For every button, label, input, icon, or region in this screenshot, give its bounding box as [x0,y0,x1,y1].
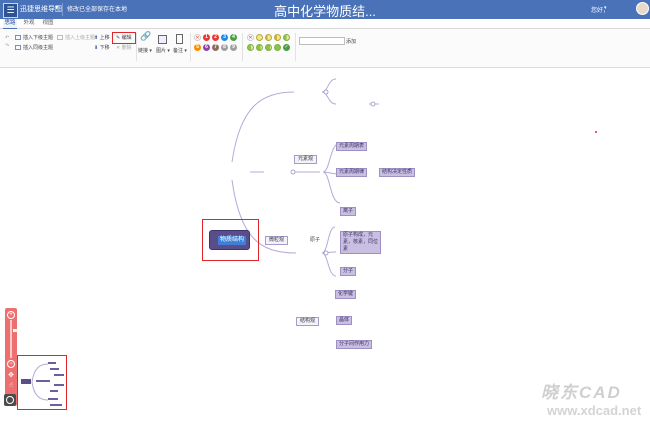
priority-3-icon[interactable]: 3 [221,34,228,41]
delete-button[interactable]: ✕ 删除 [116,45,132,52]
tag-input[interactable] [299,37,345,45]
tab-view[interactable]: 视图 [41,19,55,28]
minimap-preview [21,362,64,406]
branch-structure-view[interactable]: 结构观 [296,317,320,326]
progress-5-icon[interactable] [256,44,263,51]
progress-1-icon[interactable] [265,34,272,41]
branch-element-view[interactable]: 元素观 [294,155,318,164]
toolbar: ↶ ↷ 插入下级主题 插入上级主题 插入同级主题 ⬆ 上移 ⬇ 下移 ✎ 编辑 … [0,29,650,68]
node-molecule[interactable]: 分子 [340,267,357,276]
document-title[interactable]: 高中化学物质结... [0,1,650,20]
progress-remove-icon[interactable]: ✕ [247,34,254,41]
divider [190,33,191,61]
priority-remove-icon[interactable]: ✕ [194,34,201,41]
connector-lines [231,78,379,277]
progress-done-icon[interactable]: ✓ [283,44,290,51]
priority-7-icon[interactable]: 7 [212,44,219,51]
priority-8-icon[interactable]: 8 [221,44,228,51]
node-atom-composition[interactable]: 原子构成，元素，核素，同位素 [340,231,381,254]
redo-icon[interactable]: ↷ [5,43,9,50]
image-button[interactable]: 图片 ▾ [156,48,170,55]
arrow-down-icon: ⬇ [94,45,99,51]
progress-2-icon[interactable] [274,34,281,41]
root-node[interactable]: 物质结构 [209,230,250,250]
insert-sibling-label: 插入同级主题 [23,45,54,51]
note-icon[interactable] [176,34,183,44]
divider [242,33,243,61]
zoom-slider[interactable] [10,320,19,358]
title-bar: ☰ 迅捷思维导图 ▾ 修改已全部保存在本地 高中化学物质结... 您好， ▾ [0,0,650,19]
link-button[interactable]: 链接 ▾ [138,48,152,55]
node-chemical-bond[interactable]: 化学键 [335,290,357,299]
node-crystal[interactable]: 晶体 [336,316,353,325]
root-node-label[interactable]: 物质结构 [218,236,247,245]
insert-sibling-icon [15,45,21,50]
insert-child-icon [15,35,21,40]
move-icon[interactable]: ✥ [7,372,15,380]
priority-1-icon[interactable]: 1 [203,34,210,41]
priority-6-icon[interactable]: 6 [203,44,210,51]
zoom-slider-thumb[interactable] [13,329,19,332]
divider [295,33,296,61]
minimap[interactable] [17,355,67,410]
tab-bar: 思路 外观 视图 [0,19,650,29]
image-label: 图片 [156,48,167,54]
zoom-panel: + − ✥ ☝ [5,308,19,406]
arrow-up-icon: ⬆ [94,35,99,41]
priority-2-icon[interactable]: 2 [212,34,219,41]
priority-5-icon[interactable]: 5 [194,44,201,51]
image-icon[interactable] [158,35,167,44]
zoom-in-button[interactable]: + [7,311,15,319]
insert-parent-icon [57,35,63,40]
zoom-out-button[interactable]: − [7,360,15,368]
delete-icon: ✕ [116,45,121,51]
add-tag-button[interactable]: 添加 [346,38,356,45]
progress-0-icon[interactable] [256,34,263,41]
branch-particle-view[interactable]: 微粒观 [265,236,289,245]
insert-child-label: 插入下级主题 [23,35,54,41]
progress-3-icon[interactable] [283,34,290,41]
pencil-icon: ✎ [116,35,121,41]
tab-ideas[interactable]: 思路 [3,19,17,29]
progress-6-icon[interactable] [265,44,272,51]
note-button[interactable]: 备注 ▾ [173,48,187,55]
undo-icon[interactable]: ↶ [5,35,9,42]
stray-marker [595,131,597,133]
move-down-label: 下移 [99,45,110,51]
node-periodic-table[interactable]: 元素周期表 [336,142,368,151]
edit-label: 编辑 [121,35,132,41]
priority-4-icon[interactable]: 4 [230,34,237,41]
link-icon[interactable]: 🔗 [140,32,151,41]
watermark-brand: 晓东CAD [541,383,622,402]
move-down-button[interactable]: ⬇ 下移 [94,45,110,52]
progress-4-icon[interactable] [247,44,254,51]
insert-parent-label: 插入上级主题 [65,35,96,41]
progress-7-icon[interactable] [274,44,281,51]
navigator-icon [6,396,14,404]
hand-icon[interactable]: ☝ [7,382,15,390]
node-atom[interactable]: 原子 [310,236,320,243]
insert-sibling-button[interactable]: 插入同级主题 [15,45,53,52]
watermark-url: www.xdcad.net [547,403,642,418]
priority-9-icon[interactable]: 9 [230,44,237,51]
navigator-toggle-button[interactable] [4,394,16,406]
link-label: 链接 [138,48,149,54]
move-up-label: 上移 [99,35,110,41]
tab-appearance[interactable]: 外观 [22,19,36,28]
node-structure-determines-property[interactable]: 结构决定性质 [379,168,416,177]
edit-button[interactable]: ✎ 编辑 [116,35,132,42]
node-ion[interactable]: 离子 [340,207,357,216]
avatar[interactable] [636,2,649,15]
divider [136,33,137,61]
insert-parent-button[interactable]: 插入上级主题 [57,35,95,42]
mindmap-canvas[interactable]: 物质结构 元素观 元素周期表 元素周期律 结构决定性质 微粒观 原子 离子 原子… [0,68,650,428]
node-periodic-law[interactable]: 元素周期律 [336,168,368,177]
note-label: 备注 [173,48,184,54]
move-up-button[interactable]: ⬆ 上移 [94,35,110,42]
node-intermolecular-force[interactable]: 分子间作用力 [336,340,373,349]
delete-label: 删除 [121,45,132,51]
user-menu-chevron-icon[interactable]: ▾ [604,5,607,11]
insert-child-button[interactable]: 插入下级主题 [15,35,53,42]
